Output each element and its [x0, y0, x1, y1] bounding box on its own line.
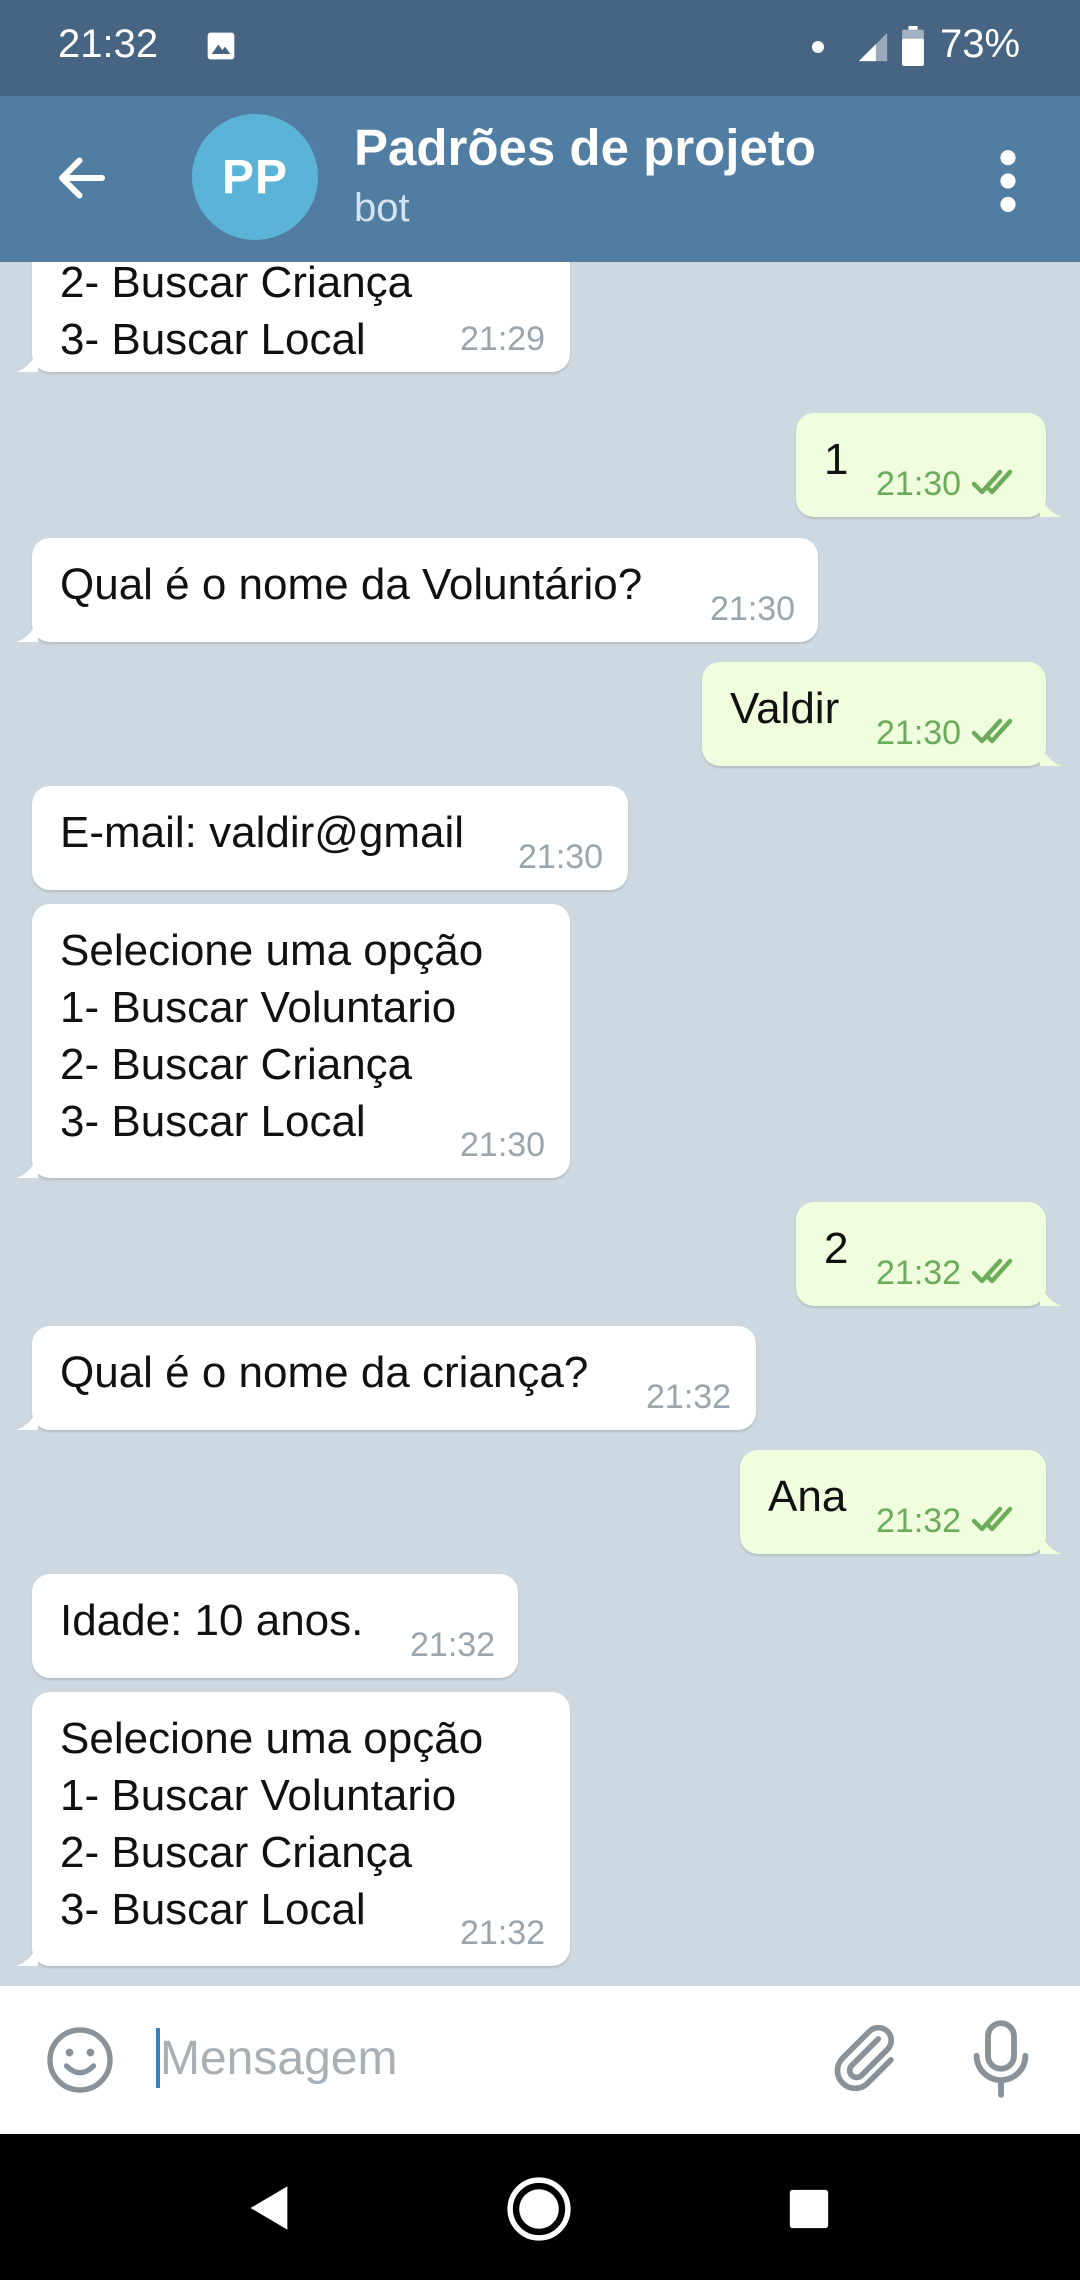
nav-home-icon[interactable] — [506, 2176, 572, 2242]
message-time: 21:29 — [460, 320, 546, 358]
message-text: Idade: 10 anos. — [60, 1596, 364, 1645]
avatar[interactable]: PP — [192, 114, 318, 240]
message-text: Qual é o nome da criança? — [60, 1348, 589, 1397]
message-bubble-incoming[interactable]: Qual é o nome da Voluntário? 21:30 — [16, 538, 818, 642]
message-input[interactable] — [160, 2022, 780, 2094]
attach-icon[interactable] — [826, 2020, 902, 2096]
bubble-tail — [1040, 1532, 1062, 1554]
bubble-tail — [16, 1156, 38, 1178]
nav-back-icon[interactable] — [244, 2182, 296, 2234]
message-time: 21:32 — [460, 1914, 546, 1952]
message-composer — [0, 1986, 1080, 2134]
message-text: 1 — [824, 435, 849, 484]
status-bar: 21:32 73% — [0, 0, 1080, 96]
chat-subtitle: bot — [354, 186, 410, 230]
message-text: Selecione uma opção 1- Buscar Voluntario… — [60, 926, 484, 1146]
more-vert-icon[interactable] — [996, 146, 1020, 216]
message-text: 2 — [824, 1224, 849, 1273]
message-text: Valdir — [730, 684, 840, 733]
chat-title[interactable]: Padrões de projeto — [354, 118, 816, 177]
double-check-icon — [972, 718, 1013, 744]
message-time: 21:32 — [876, 1502, 962, 1540]
message-time: 21:30 — [876, 465, 962, 503]
double-check-icon — [972, 1506, 1013, 1532]
bubble-tail — [1040, 495, 1062, 517]
message-text: E-mail: valdir@gmail — [60, 808, 465, 857]
message-time: 21:32 — [876, 1254, 962, 1292]
bubble-tail — [16, 620, 38, 642]
system-navigation-bar — [0, 2134, 1080, 2280]
message-bubble-outgoing[interactable]: Ana 21:32 — [740, 1450, 1062, 1554]
message-text: Selecione uma opção 1- Buscar Voluntario… — [60, 1714, 484, 1934]
message-time: 21:32 — [410, 1626, 496, 1664]
message-time: 21:30 — [460, 1126, 546, 1164]
chat-header: PP Padrões de projeto bot — [0, 96, 1080, 262]
message-text: Ana — [768, 1472, 847, 1521]
double-check-icon — [972, 1258, 1013, 1284]
message-bubble-outgoing[interactable]: 1 21:30 — [796, 413, 1062, 517]
battery-percent: 73% — [940, 22, 1021, 66]
message-bubble-incoming[interactable]: Selecione uma opção 1- Buscar Voluntario… — [16, 904, 570, 1178]
double-check-icon — [972, 469, 1013, 495]
bubble-tail — [16, 1408, 38, 1430]
nav-recent-icon[interactable] — [786, 2186, 832, 2232]
message-time: 21:30 — [710, 590, 796, 628]
bubble-tail — [16, 1944, 38, 1966]
dot-icon — [812, 41, 824, 53]
emoji-icon[interactable] — [44, 2024, 116, 2096]
message-time: 21:30 — [876, 714, 962, 752]
image-icon — [207, 32, 235, 60]
bubble-tail — [16, 350, 38, 372]
status-time: 21:32 — [58, 22, 159, 66]
message-bubble-outgoing[interactable]: Valdir 21:30 — [702, 662, 1062, 766]
message-bubble-incoming[interactable]: E-mail: valdir@gmail 21:30 — [32, 786, 628, 890]
bubble-tail — [1040, 1284, 1062, 1306]
message-list[interactable]: 2- Buscar Criança 3- Buscar Local 21:29 … — [0, 262, 1080, 1986]
message-bubble-outgoing[interactable]: 2 21:32 — [796, 1202, 1062, 1306]
bubble-tail — [1040, 744, 1062, 766]
message-bubble-incoming[interactable]: Qual é o nome da criança? 21:32 — [16, 1326, 756, 1430]
message-text: Qual é o nome da Voluntário? — [60, 560, 643, 609]
message-bubble-incoming[interactable]: 2- Buscar Criança 3- Buscar Local 21:29 — [16, 262, 570, 372]
message-time: 21:32 — [646, 1378, 732, 1416]
back-arrow-icon[interactable] — [52, 148, 112, 208]
mic-icon[interactable] — [968, 2020, 1034, 2098]
message-bubble-incoming[interactable]: Idade: 10 anos. 21:32 — [32, 1574, 518, 1678]
signal-icon — [858, 32, 888, 62]
message-bubble-incoming[interactable]: Selecione uma opção 1- Buscar Voluntario… — [16, 1692, 570, 1966]
battery-icon — [902, 26, 924, 66]
message-text: 2- Buscar Criança 3- Buscar Local — [60, 262, 413, 364]
message-time: 21:30 — [518, 838, 604, 876]
